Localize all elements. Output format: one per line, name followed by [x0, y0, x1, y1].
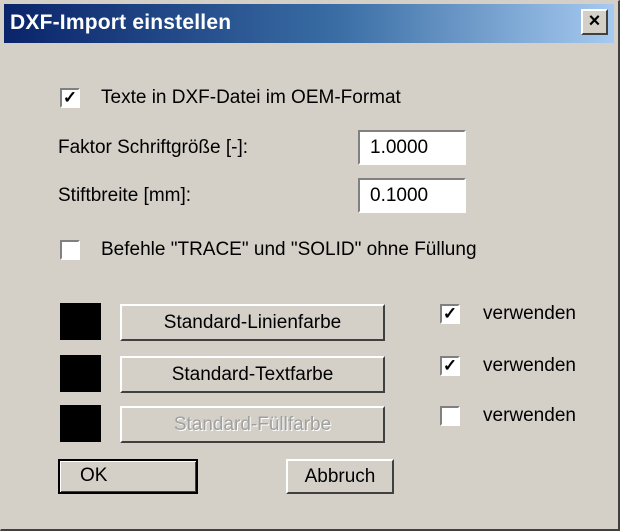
pen-width-label: Stiftbreite [mm]:: [58, 185, 192, 206]
font-factor-input[interactable]: 1.0000: [358, 130, 466, 165]
dxf-import-dialog: DXF-Import einstellen × ✓ Texte in DXF-D…: [0, 0, 620, 531]
oem-format-checkbox[interactable]: ✓: [60, 88, 80, 108]
line-color-button[interactable]: Standard-Linienfarbe: [120, 304, 385, 341]
close-icon: ×: [588, 10, 601, 32]
close-button[interactable]: ×: [581, 9, 608, 35]
text-color-use-label: verwenden: [483, 355, 576, 376]
trace-solid-label: Befehle "TRACE" und "SOLID" ohne Füllung: [101, 239, 477, 260]
text-color-swatch: [60, 355, 101, 392]
text-color-use-checkbox[interactable]: ✓: [440, 356, 460, 376]
text-color-button[interactable]: Standard-Textfarbe: [120, 356, 385, 393]
font-factor-label: Faktor Schriftgröße [-]:: [58, 137, 249, 158]
check-icon: ✓: [442, 356, 458, 375]
trace-solid-checkbox[interactable]: [60, 240, 80, 260]
cancel-button[interactable]: Abbruch: [286, 459, 394, 494]
window-title: DXF-Import einstellen: [10, 11, 232, 34]
fill-color-swatch: [60, 405, 101, 442]
check-icon: ✓: [62, 88, 78, 107]
fill-color-use-label: verwenden: [483, 405, 576, 426]
check-icon: ✓: [442, 304, 458, 323]
line-color-use-checkbox[interactable]: ✓: [440, 304, 460, 324]
title-bar[interactable]: DXF-Import einstellen ×: [4, 4, 614, 43]
fill-color-use-checkbox[interactable]: [440, 406, 460, 426]
pen-width-input[interactable]: 0.1000: [358, 178, 466, 213]
line-color-use-label: verwenden: [483, 303, 576, 324]
line-color-swatch: [60, 303, 101, 340]
oem-format-label: Texte in DXF-Datei im OEM-Format: [101, 87, 401, 108]
fill-color-button[interactable]: Standard-Füllfarbe: [120, 406, 385, 443]
ok-button[interactable]: OK: [58, 459, 198, 494]
